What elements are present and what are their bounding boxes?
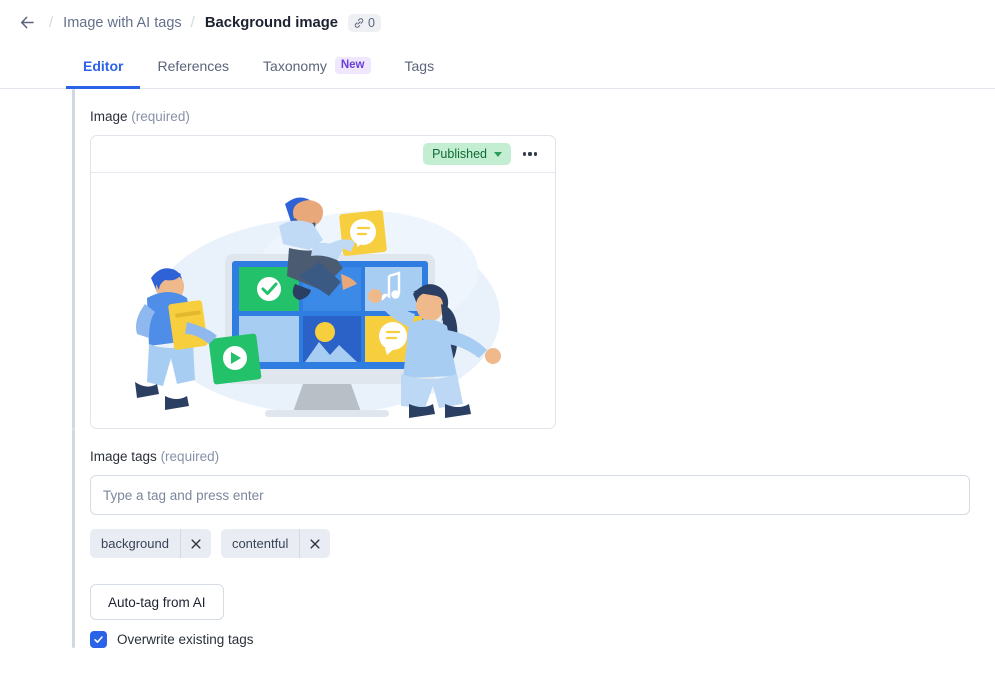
tab-editor-label: Editor xyxy=(83,57,124,74)
image-tags-label-text: Image tags xyxy=(90,449,157,464)
auto-tag-from-ai-button[interactable]: Auto-tag from AI xyxy=(90,584,224,620)
image-tags-field-label: Image tags (required) xyxy=(90,429,995,475)
overwrite-existing-tags-row: Overwrite existing tags xyxy=(90,631,995,648)
back-button[interactable] xyxy=(14,10,40,36)
tab-taxonomy[interactable]: Taxonomy New xyxy=(246,45,387,89)
tab-references-label: References xyxy=(157,57,230,74)
asset-actions-menu-button[interactable] xyxy=(517,142,543,166)
tag-chip-label: background xyxy=(101,536,169,551)
tab-taxonomy-label: Taxonomy xyxy=(263,57,327,74)
status-badge[interactable]: Published xyxy=(423,143,511,165)
breadcrumb-separator-1: / xyxy=(49,14,54,31)
tab-bar: Editor References Taxonomy New Tags xyxy=(0,45,995,89)
people-around-computer-media-illustration xyxy=(135,196,501,418)
image-field-label-text: Image xyxy=(90,109,128,124)
link-icon xyxy=(354,17,364,28)
overwrite-existing-tags-checkbox[interactable] xyxy=(90,631,107,648)
image-asset-preview[interactable] xyxy=(91,173,555,428)
breadcrumb-separator-2: / xyxy=(190,14,195,31)
close-icon xyxy=(191,538,201,549)
image-field-required: (required) xyxy=(131,109,190,124)
image-field-group: Image (required) Published xyxy=(72,89,995,429)
image-asset-card[interactable]: Published xyxy=(90,135,556,429)
entry-links-count: 0 xyxy=(368,15,375,30)
image-field-label: Image (required) xyxy=(90,89,995,135)
tab-tags[interactable]: Tags xyxy=(388,45,452,89)
chevron-down-icon xyxy=(494,151,502,157)
tab-taxonomy-new-badge: New xyxy=(334,57,371,74)
ellipsis-icon-dot-1 xyxy=(522,152,526,156)
tag-chip-remove-button[interactable] xyxy=(299,529,330,558)
tag-chip-remove-button[interactable] xyxy=(179,529,211,558)
editor-content: Image (required) Published Image tags (r… xyxy=(0,89,995,648)
breadcrumb-bar: / Image with AI tags / Background image … xyxy=(0,0,995,45)
tag-chip[interactable]: background xyxy=(90,529,211,558)
tag-chip[interactable]: contentful xyxy=(220,529,331,558)
close-icon xyxy=(310,538,320,549)
image-tags-field-group: Image tags (required) background content… xyxy=(72,429,995,648)
tab-references[interactable]: References xyxy=(140,45,246,89)
tag-input[interactable] xyxy=(90,475,970,515)
tag-chip-list: background contentful xyxy=(90,529,995,558)
overwrite-existing-tags-label[interactable]: Overwrite existing tags xyxy=(117,632,254,647)
breadcrumb-parent-link[interactable]: Image with AI tags xyxy=(63,15,181,31)
tab-tags-label: Tags xyxy=(404,57,435,74)
ellipsis-icon-dot-2 xyxy=(528,152,532,156)
tag-chip-label: contentful xyxy=(231,536,289,551)
image-tags-required: (required) xyxy=(160,449,220,464)
status-badge-label: Published xyxy=(432,147,487,161)
entry-links-badge[interactable]: 0 xyxy=(348,13,381,32)
breadcrumb-current-title: Background image xyxy=(204,14,339,31)
check-icon xyxy=(94,636,103,643)
arrow-left-icon xyxy=(20,16,34,29)
ellipsis-icon-dot-3 xyxy=(534,152,538,156)
tab-editor[interactable]: Editor xyxy=(66,45,141,89)
image-asset-card-header: Published xyxy=(91,136,555,173)
